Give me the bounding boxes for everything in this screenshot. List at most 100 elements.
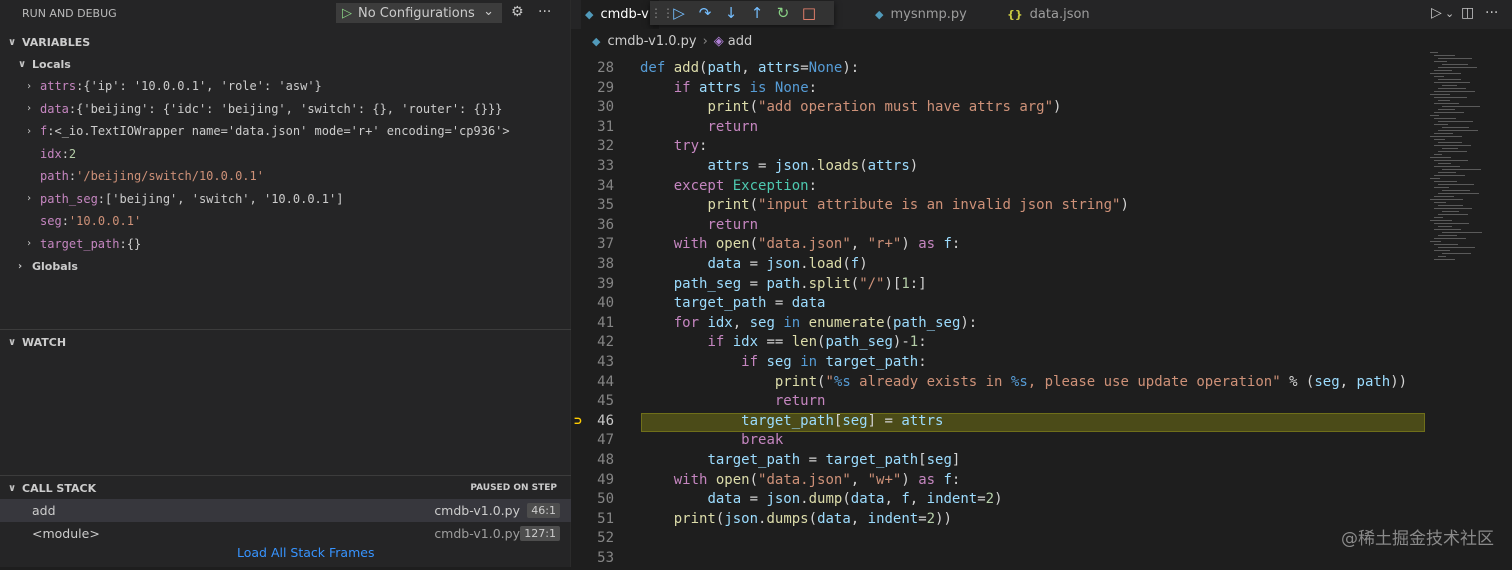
code-line[interactable]: 34 except Exception:	[571, 178, 1512, 198]
code-line[interactable]: 37 with open("data.json", "r+") as f:	[571, 236, 1512, 256]
more-actions-icon[interactable]: ···	[538, 4, 551, 20]
line-number: 32	[597, 138, 614, 155]
watermark: @稀土掘金技术社区	[1341, 529, 1494, 549]
stop-icon[interactable]: □	[796, 4, 822, 22]
minimap-line	[1442, 253, 1471, 254]
globals-scope-header[interactable]: › Globals	[0, 255, 570, 277]
start-debugging-icon[interactable]: ▷	[342, 6, 352, 21]
debug-sidebar: RUN AND DEBUG ▷ No Configurations ⌄ ⚙ ··…	[0, 0, 571, 567]
code-line[interactable]: 43 if seg in target_path:	[571, 354, 1512, 374]
code-line[interactable]: 35 print("input attribute is an invalid …	[571, 197, 1512, 217]
minimap-line	[1442, 169, 1481, 170]
continue-icon[interactable]: ▷	[666, 4, 692, 22]
variable-row[interactable]: idx: 2	[0, 143, 570, 166]
minimap-line	[1434, 55, 1455, 56]
code-line[interactable]: 28 def add(path, attrs=None):	[571, 60, 1512, 80]
code-text: with open("data.json", "w+") as f:	[673, 471, 961, 488]
json-icon: {}	[1007, 8, 1023, 21]
minimap-line	[1434, 82, 1470, 83]
code-text: for idx, seg in enumerate(path_seg):	[673, 314, 978, 331]
code-editor[interactable]: 28 def add(path, attrs=None): 29 if attrs …	[571, 58, 1512, 567]
line-number: 49	[597, 471, 614, 488]
line-number: 31	[597, 118, 614, 135]
configuration-dropdown[interactable]: ▷ No Configurations ⌄	[336, 3, 502, 23]
step-out-icon[interactable]: ↑	[744, 4, 770, 22]
minimap-line	[1434, 196, 1454, 197]
tab-data-json[interactable]: {} data.json	[1003, 0, 1090, 29]
variables-section-header[interactable]: ∨ VARIABLES	[0, 31, 570, 53]
section-divider[interactable]	[0, 475, 571, 476]
line-number: 50	[597, 491, 614, 508]
step-over-icon[interactable]: ↷	[692, 4, 718, 22]
drag-handle-icon[interactable]: ⋮⋮	[650, 6, 674, 20]
code-line[interactable]: 47 break	[571, 432, 1512, 452]
code-line[interactable]: 41 for idx, seg in enumerate(path_seg):	[571, 315, 1512, 335]
code-line[interactable]: 49 with open("data.json", "w+") as f:	[571, 472, 1512, 492]
frame-name: add	[32, 503, 56, 518]
minimap-line	[1430, 157, 1451, 158]
variable-row[interactable]: › path_seg: ['beijing', 'switch', '10.0.0…	[0, 188, 570, 211]
line-number: 42	[597, 334, 614, 351]
callstack-section-header[interactable]: ∨ CALL STACK PAUSED ON STEP	[0, 477, 571, 499]
watch-section-header[interactable]: ∨ WATCH	[0, 331, 66, 353]
variable-row[interactable]: path: '/beijing/switch/10.0.0.1'	[0, 165, 570, 188]
restart-icon[interactable]: ↻	[770, 4, 796, 22]
code-line[interactable]: 33 attrs = json.loads(attrs)	[571, 158, 1512, 178]
breadcrumb-symbol[interactable]: add	[728, 34, 752, 49]
line-number: 46	[597, 412, 614, 429]
code-line[interactable]: 32 try:	[571, 138, 1512, 158]
line-number: 37	[597, 236, 614, 253]
minimap[interactable]	[1428, 52, 1498, 267]
code-line[interactable]: 45 return	[571, 393, 1512, 413]
stack-frame[interactable]: add cmdb-v1.0.py 46:1	[0, 499, 571, 522]
code-line[interactable]: 50 data = json.dump(data, f, indent=2)	[571, 491, 1512, 511]
variable-row[interactable]: › f: <_io.TextIOWrapper name='data.json' …	[0, 120, 570, 143]
code-line[interactable]: 42 if idx == len(path_seg)-1:	[571, 334, 1512, 354]
chevron-down-icon[interactable]: ⌄	[1445, 7, 1454, 20]
chevron-down-icon[interactable]: ⌄	[483, 4, 494, 19]
tab-cmdb[interactable]: ◆ cmdb-v	[581, 0, 659, 29]
load-all-stack-frames-link[interactable]: Load All Stack Frames	[237, 545, 374, 560]
variable-row[interactable]: seg: '10.0.0.1'	[0, 210, 570, 233]
code-line[interactable]: 48 target_path = target_path[seg]	[571, 452, 1512, 472]
line-number: 33	[597, 158, 614, 174]
split-editor-icon[interactable]: ◫	[1461, 5, 1474, 21]
code-line[interactable]: 40 target_path = data	[571, 295, 1512, 315]
code-text: target_path = target_path[seg]	[707, 452, 961, 468]
section-divider[interactable]	[0, 329, 571, 330]
variable-name: target_path	[40, 236, 120, 251]
code-line[interactable]: 31 return	[571, 119, 1512, 139]
variable-row[interactable]: › attrs: {'ip': '10.0.0.1', 'role': 'asw'…	[0, 75, 570, 98]
locals-scope-header[interactable]: ∨ Locals	[0, 53, 570, 75]
code-line[interactable]: 30 print("add operation must have attrs …	[571, 99, 1512, 119]
code-line[interactable]: 38 data = json.load(f)	[571, 256, 1512, 276]
code-line[interactable]: ⊃ 46 target_path[seg] = attrs	[571, 412, 1512, 433]
step-into-icon[interactable]: ↓	[718, 4, 744, 22]
code-line[interactable]: 29 if attrs is None:	[571, 80, 1512, 100]
variable-name: attrs	[40, 79, 77, 94]
minimap-line	[1438, 184, 1474, 185]
code-line[interactable]: 36 return	[571, 217, 1512, 237]
minimap-line	[1438, 214, 1468, 215]
tab-mysnmp[interactable]: ◆ mysnmp.py	[871, 0, 967, 29]
variable-row[interactable]: › data: {'beijing': {'idc': 'beijing', 's…	[0, 98, 570, 121]
chevron-right-icon: ›	[26, 80, 33, 92]
minimap-line	[1430, 52, 1438, 53]
run-file-icon[interactable]: ▷	[1431, 5, 1442, 21]
run-debug-header: RUN AND DEBUG ▷ No Configurations ⌄ ⚙ ··…	[0, 0, 570, 26]
minimap-line	[1430, 241, 1441, 242]
code-line[interactable]: 44 print("%s already exists in %s, pleas…	[571, 374, 1512, 394]
code-text: data = json.load(f)	[707, 256, 868, 272]
breadcrumb-file[interactable]: cmdb-v1.0.py	[607, 34, 696, 49]
variable-name: data	[40, 101, 69, 116]
variable-name: f	[40, 124, 48, 139]
gear-icon[interactable]: ⚙	[511, 4, 524, 20]
minimap-line	[1434, 160, 1468, 161]
variable-row[interactable]: › target_path: {}	[0, 233, 570, 256]
minimap-line	[1434, 70, 1452, 71]
minimap-line	[1434, 187, 1449, 188]
code-line[interactable]: 39 path_seg = path.split("/")[1:]	[571, 276, 1512, 296]
line-number: 48	[597, 452, 614, 468]
more-actions-icon[interactable]: ···	[1485, 5, 1498, 21]
variable-name: path_seg	[40, 191, 98, 206]
